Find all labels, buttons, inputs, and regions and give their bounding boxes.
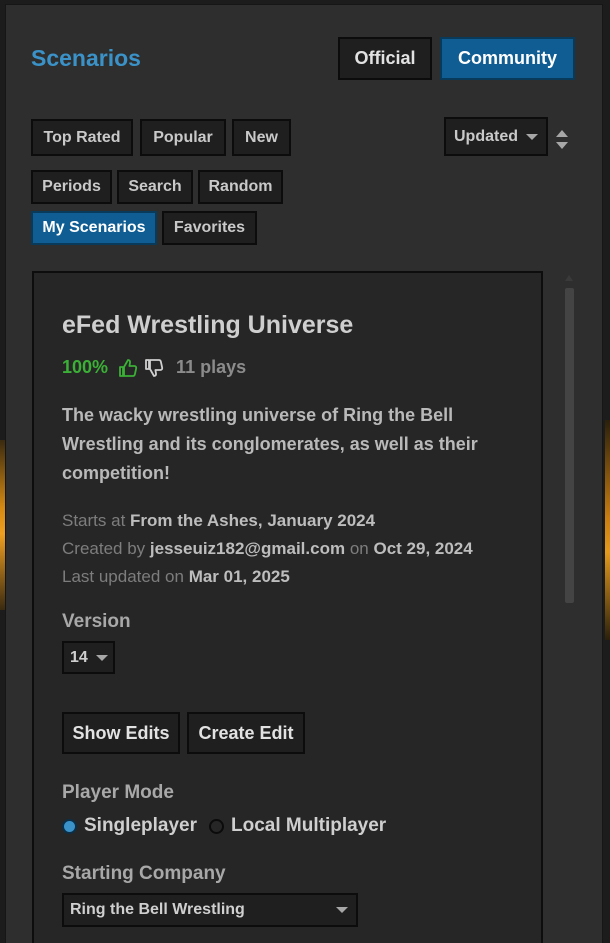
- filter-periods-button[interactable]: Periods: [31, 170, 112, 204]
- starting-company-label: Starting Company: [62, 863, 226, 884]
- scenario-description: The wacky wrestling universe of Ring the…: [62, 405, 478, 483]
- rating-percent: 100%: [62, 357, 109, 377]
- scrollbar-up-arrow[interactable]: [565, 275, 573, 281]
- scenario-card: eFed Wrestling Universe 100% 11 plays Th…: [32, 271, 543, 943]
- community-tab[interactable]: Community: [440, 37, 575, 80]
- player-mode-options: Singleplayer Local Multiplayer: [62, 815, 386, 837]
- singleplayer-label[interactable]: Singleplayer: [84, 815, 197, 837]
- filter-random-button[interactable]: Random: [198, 170, 283, 204]
- scrollbar-thumb[interactable]: [565, 288, 574, 603]
- thumbs-up-icon[interactable]: [118, 358, 138, 378]
- starting-company-select[interactable]: Ring the Bell Wrestling: [62, 893, 358, 927]
- sort-dropdown-value: Updated: [454, 127, 518, 145]
- starting-company-value: Ring the Bell Wrestling: [70, 901, 245, 918]
- filter-my-scenarios-button[interactable]: My Scenarios: [31, 211, 157, 245]
- scenarios-panel: Scenarios Official Community Top Rated P…: [5, 4, 603, 943]
- created-by-value: jesseuiz182@gmail.com: [149, 539, 346, 558]
- local-multiplayer-radio[interactable]: [209, 818, 224, 834]
- last-updated-value: Mar 01, 2025: [188, 567, 290, 586]
- singleplayer-radio[interactable]: [62, 818, 77, 834]
- starts-at-label: Starts at: [62, 511, 126, 530]
- local-multiplayer-label[interactable]: Local Multiplayer: [231, 815, 386, 837]
- player-mode-label: Player Mode: [62, 782, 174, 803]
- version-label: Version: [62, 611, 131, 632]
- filter-favorites-button[interactable]: Favorites: [162, 211, 257, 245]
- created-on-label: on: [349, 539, 369, 558]
- background-glow-right: [605, 420, 610, 640]
- starts-at-line: Starts at From the Ashes, January 2024: [62, 511, 375, 531]
- version-select[interactable]: 14: [62, 641, 115, 674]
- filter-new-button[interactable]: New: [232, 119, 291, 156]
- chevron-down-icon: [526, 133, 538, 140]
- version-value: 14: [70, 648, 88, 666]
- play-count: 11 plays: [176, 357, 247, 377]
- filter-popular-button[interactable]: Popular: [140, 119, 226, 156]
- sort-order-icon[interactable]: [555, 128, 569, 152]
- chevron-down-icon: [95, 654, 108, 661]
- official-tab[interactable]: Official: [338, 37, 432, 80]
- last-updated-label: Last updated on: [62, 567, 184, 586]
- filter-search-button[interactable]: Search: [117, 170, 193, 204]
- filter-top-rated-button[interactable]: Top Rated: [31, 119, 133, 156]
- chevron-down-icon: [336, 907, 348, 913]
- show-edits-button[interactable]: Show Edits: [62, 712, 180, 754]
- create-edit-button[interactable]: Create Edit: [187, 712, 305, 754]
- thumbs-down-icon[interactable]: [144, 358, 164, 378]
- page-title: Scenarios: [31, 45, 141, 71]
- scenario-title: eFed Wrestling Universe: [62, 311, 354, 339]
- rating-row: 100% 11 plays: [62, 357, 246, 378]
- sort-dropdown[interactable]: Updated: [444, 117, 548, 156]
- created-by-label: Created by: [62, 539, 146, 558]
- last-updated-line: Last updated on Mar 01, 2025: [62, 567, 290, 587]
- created-by-line: Created by jesseuiz182@gmail.com on Oct …: [62, 539, 473, 559]
- starts-at-value: From the Ashes, January 2024: [130, 511, 376, 530]
- created-date: Oct 29, 2024: [373, 539, 473, 558]
